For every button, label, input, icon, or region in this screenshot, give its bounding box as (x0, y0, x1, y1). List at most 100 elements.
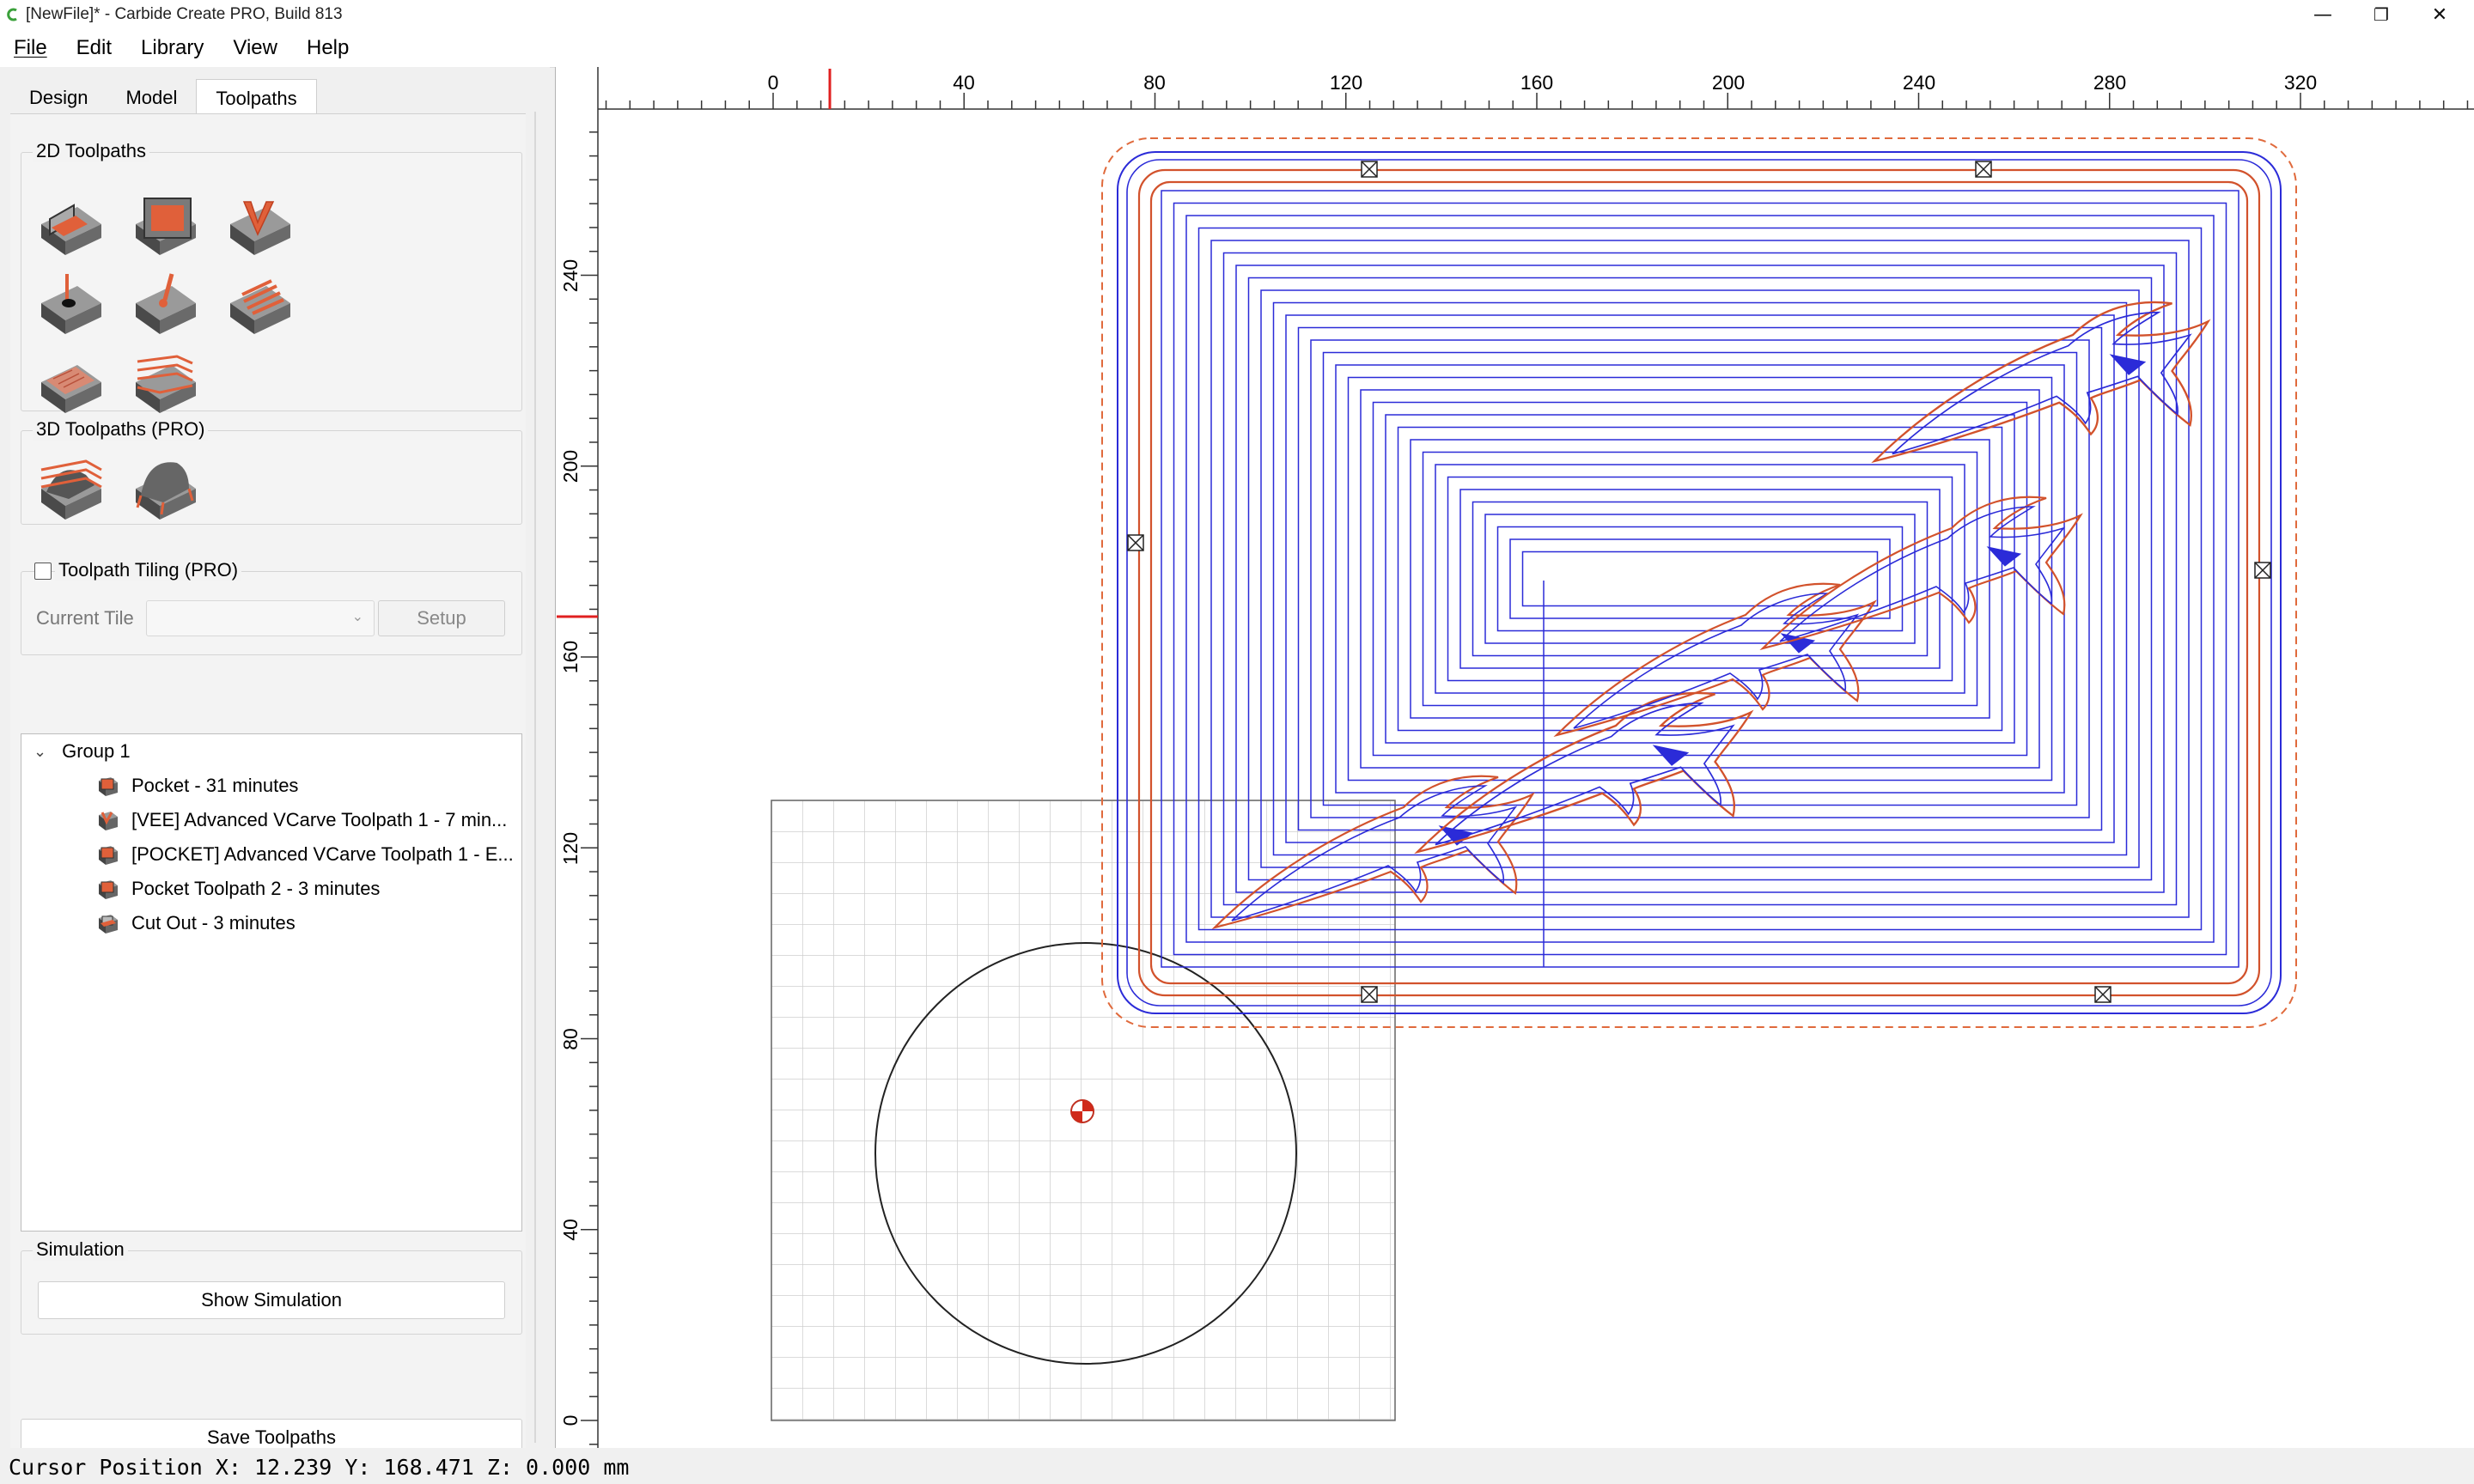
pocket-ring (1472, 501, 1929, 657)
contour-toolpath-icon[interactable] (34, 190, 107, 262)
horizontal-ruler (555, 67, 2474, 110)
chevron-down-icon[interactable]: ⌄ (34, 743, 46, 761)
tab-marker[interactable] (1127, 534, 1144, 551)
x-tick-label-160: 160 (1520, 71, 1553, 94)
chevron-down-icon: ⌄ (351, 610, 363, 624)
menu-help[interactable]: Help (293, 36, 364, 60)
pocket-ring (1360, 389, 2040, 769)
tab-design[interactable]: Design (10, 79, 107, 113)
canvas-svg[interactable]: 0 40 80 120 160 200 240 280 320 0 40 80 … (554, 67, 2474, 1448)
tree-item-cut-out[interactable]: Cut Out - 3 minutes (95, 906, 296, 940)
y-tick-label-80: 80 (559, 1028, 582, 1050)
tree-item-label: Pocket - 31 minutes (131, 775, 299, 796)
pocket-toolpath-icon[interactable] (129, 190, 201, 262)
x-tick-label-0: 0 (768, 71, 779, 94)
x-tick-label-240: 240 (1903, 71, 1935, 94)
vcarve-toolpath-icon[interactable] (223, 190, 296, 262)
pocket-ring (1435, 464, 1965, 694)
status-bar: Cursor Position X: 12.239 Y: 168.471 Z: … (0, 1448, 2474, 1484)
y-tick-label-120: 120 (559, 832, 582, 865)
pocket-ring (1372, 401, 2028, 757)
x-tick-label-120: 120 (1330, 71, 1362, 94)
y-tick-label-40: 40 (559, 1219, 582, 1241)
pocket-ring (1335, 364, 2065, 794)
contour-icon (99, 915, 118, 934)
tiling-label: Toolpath Tiling (PRO) (55, 559, 242, 581)
pocket-ring (1272, 301, 2128, 856)
texture-toolpath-icon[interactable] (223, 269, 296, 341)
menu-bar: File Edit Library View Help (0, 29, 2474, 68)
maximize-button[interactable]: ❐ (2354, 0, 2409, 29)
left-panel: Design Model Toolpaths 2D Toolpaths 3D T… (0, 67, 550, 1457)
app-logo-icon (7, 8, 17, 21)
tiling-setup-button[interactable]: Setup (378, 600, 505, 636)
tree-item-pocket[interactable]: Pocket - 31 minutes (95, 769, 298, 803)
mode-tabs: Design Model Toolpaths (10, 79, 317, 116)
y-tick-label-240: 240 (559, 259, 582, 292)
pocket-ring (1310, 339, 2090, 818)
x-tick-label-40: 40 (953, 71, 975, 94)
x-tick-label-280: 280 (2093, 71, 2126, 94)
hatch-toolpath-icon[interactable] (34, 348, 107, 420)
tab-toolpaths[interactable]: Toolpaths (196, 79, 317, 116)
tree-item-label: Pocket Toolpath 2 - 3 minutes (131, 878, 381, 899)
tab-marker[interactable] (2094, 986, 2111, 1003)
group-2d-title: 2D Toolpaths (33, 140, 150, 162)
current-tile-select[interactable]: ⌄ (146, 600, 375, 636)
window-title: [NewFile]* - Carbide Create PRO, Build 8… (26, 5, 343, 23)
vcarve-pocket-icon (99, 846, 118, 865)
tab-marker[interactable] (1361, 161, 1378, 178)
cursor-position: Cursor Position X: 12.239 Y: 168.471 Z: … (9, 1455, 630, 1480)
x-tick-label-80: 80 (1143, 71, 1166, 94)
menu-edit[interactable]: Edit (63, 36, 127, 60)
menu-view[interactable]: View (219, 36, 293, 60)
pocket-icon (99, 777, 118, 796)
pocket-ring (1496, 526, 1904, 632)
tree-item-pocket-vcarve[interactable]: [POCKET] Advanced VCarve Toolpath 1 - E.… (95, 837, 514, 872)
3d-rough-toolpath-icon[interactable] (34, 451, 107, 523)
tree-item-label: [VEE] Advanced VCarve Toolpath 1 - 7 min… (131, 809, 508, 830)
pocket-ring (1459, 489, 1941, 669)
tab-marker[interactable] (1361, 986, 1378, 1003)
tree-item-label: Cut Out - 3 minutes (131, 912, 296, 934)
show-simulation-button[interactable]: Show Simulation (38, 1281, 505, 1319)
3d-finish-toolpath-icon[interactable] (129, 451, 201, 523)
x-tick-label-200: 200 (1712, 71, 1745, 94)
shark-shape-5[interactable] (1873, 301, 2209, 463)
minimize-button[interactable]: — (2295, 0, 2350, 29)
pocket-ring (1447, 476, 1953, 682)
origin-marker-icon (1070, 1099, 1094, 1123)
drill-toolpath-icon[interactable] (34, 269, 107, 341)
tab-marker[interactable] (2254, 562, 2271, 579)
close-button[interactable]: ✕ (2412, 0, 2467, 29)
panel-divider[interactable] (534, 112, 536, 1443)
shark-shape-4[interactable] (1761, 496, 2082, 650)
vcarve-icon (99, 812, 118, 830)
y-tick-label-200: 200 (559, 450, 582, 483)
group-3d-title: 3D Toolpaths (PRO) (33, 418, 209, 441)
tiling-checkbox[interactable] (34, 563, 52, 580)
tab-model[interactable]: Model (107, 79, 196, 113)
y-tick-label-0: 0 (559, 1415, 582, 1426)
y-tick-label-160: 160 (559, 641, 582, 673)
engrave-toolpath-icon[interactable] (129, 269, 201, 341)
x-tick-label-320: 320 (2284, 71, 2317, 94)
simulation-title: Simulation (33, 1238, 128, 1261)
tab-marker[interactable] (1975, 161, 1992, 178)
menu-library[interactable]: Library (127, 36, 219, 60)
pocket-ring (1322, 351, 2078, 806)
title-bar: [NewFile]* - Carbide Create PRO, Build 8… (0, 0, 2474, 29)
tree-item-label: [POCKET] Advanced VCarve Toolpath 1 - E.… (131, 843, 514, 865)
current-tile-label: Current Tile (36, 607, 134, 629)
pocket-icon (99, 880, 118, 899)
menu-file[interactable]: File (0, 36, 63, 60)
toolpath-tree: ⌄ Group 1 Pocket - 31 minutes [VEE] Adva… (21, 733, 522, 1232)
tree-group-row[interactable]: ⌄ Group 1 (34, 734, 131, 769)
design-canvas[interactable]: 0 40 80 120 160 200 240 280 320 0 40 80 … (554, 67, 2474, 1448)
layer-toolpath-icon[interactable] (129, 348, 201, 420)
pocket-ring (1521, 550, 1879, 607)
tree-group-label: Group 1 (62, 740, 131, 762)
tree-item-vee-vcarve[interactable]: [VEE] Advanced VCarve Toolpath 1 - 7 min… (95, 803, 507, 837)
shark-shape-2[interactable] (1416, 691, 1752, 854)
tree-item-pocket-2[interactable]: Pocket Toolpath 2 - 3 minutes (95, 872, 380, 906)
